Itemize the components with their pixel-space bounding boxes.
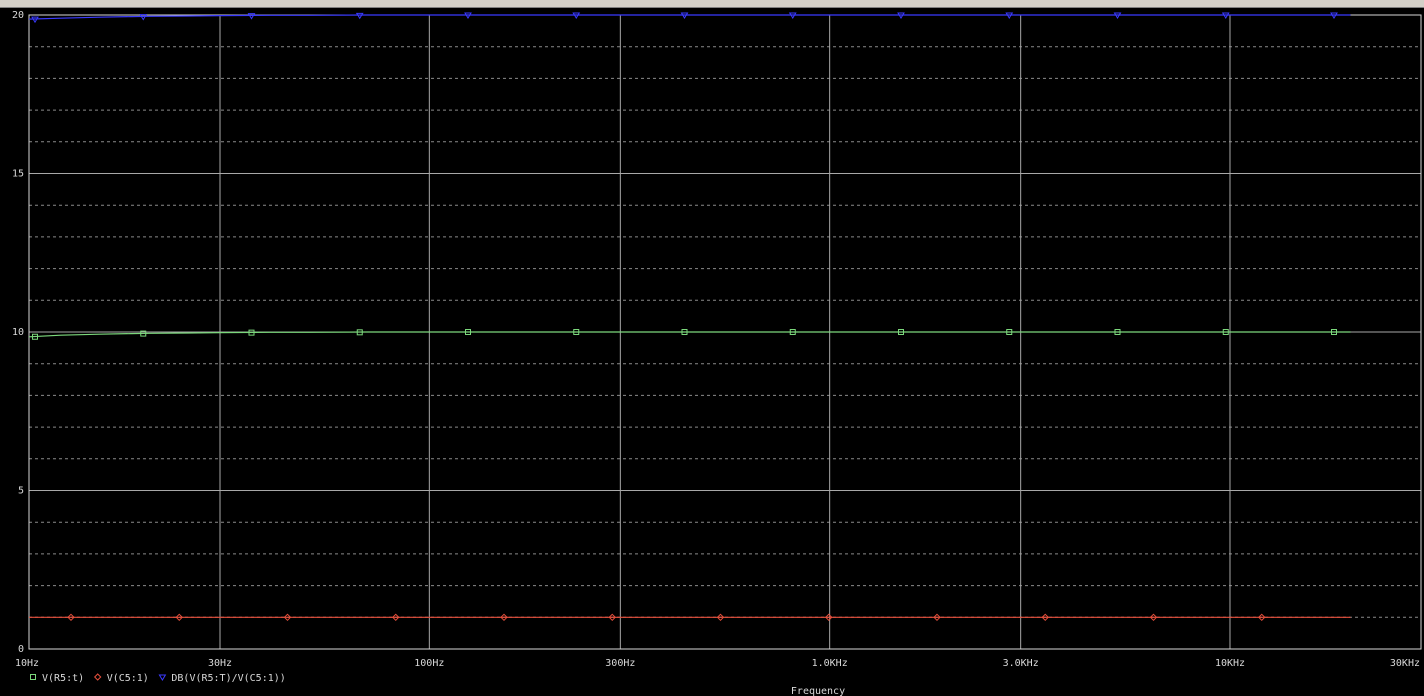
series-marker-2 [355, 12, 364, 20]
y-tick-label: 15 [12, 169, 24, 180]
x-tick-label: 10KHz [1215, 658, 1245, 669]
x-tick-label: 30KHz [1390, 658, 1420, 669]
x-axis-label: Frequency [791, 686, 845, 696]
x-tick-label: 10Hz [15, 658, 39, 669]
y-tick-label: 20 [12, 10, 24, 21]
x-tick-label: 1.0KHz [812, 658, 848, 669]
series-marker-2 [247, 13, 256, 20]
series-marker-2 [31, 16, 39, 24]
x-tick-label: 300Hz [605, 658, 635, 669]
legend-marker [30, 674, 36, 680]
series-line-0 [28, 331, 1351, 338]
legend-label: DB(V(R5:T)/V(C5:1)) [171, 673, 285, 684]
y-tick-label: 5 [18, 486, 24, 497]
legend-label: V(C5:1) [107, 673, 149, 684]
legend-label: V(R5:t) [42, 673, 84, 684]
legend: V(R5:t) V(C5:1) DB(V(R5:T)/V(C5:1)) [30, 673, 286, 684]
x-tick-labels: 10Hz 30Hz 100Hz 300Hz 1.0KHz 3.0KHz 10KHz 30KHz [15, 658, 1420, 669]
x-tick-label: 3.0KHz [1003, 658, 1039, 669]
x-tick-label: 30Hz [208, 658, 232, 669]
legend-marker [158, 674, 167, 681]
y-tick-label: 10 [12, 327, 24, 338]
legend-marker [93, 673, 102, 681]
series [28, 12, 1351, 622]
y-tick-labels: 0 5 10 15 20 [12, 10, 24, 655]
y-tick-label: 0 [18, 644, 24, 655]
series-line-2 [28, 14, 1351, 20]
x-tick-label: 100Hz [414, 658, 444, 669]
frequency-response-plot: 05101520 10Hz 30Hz 100Hz 300Hz 1.0KHz 3.0KHz 1… [12, 10, 1422, 696]
